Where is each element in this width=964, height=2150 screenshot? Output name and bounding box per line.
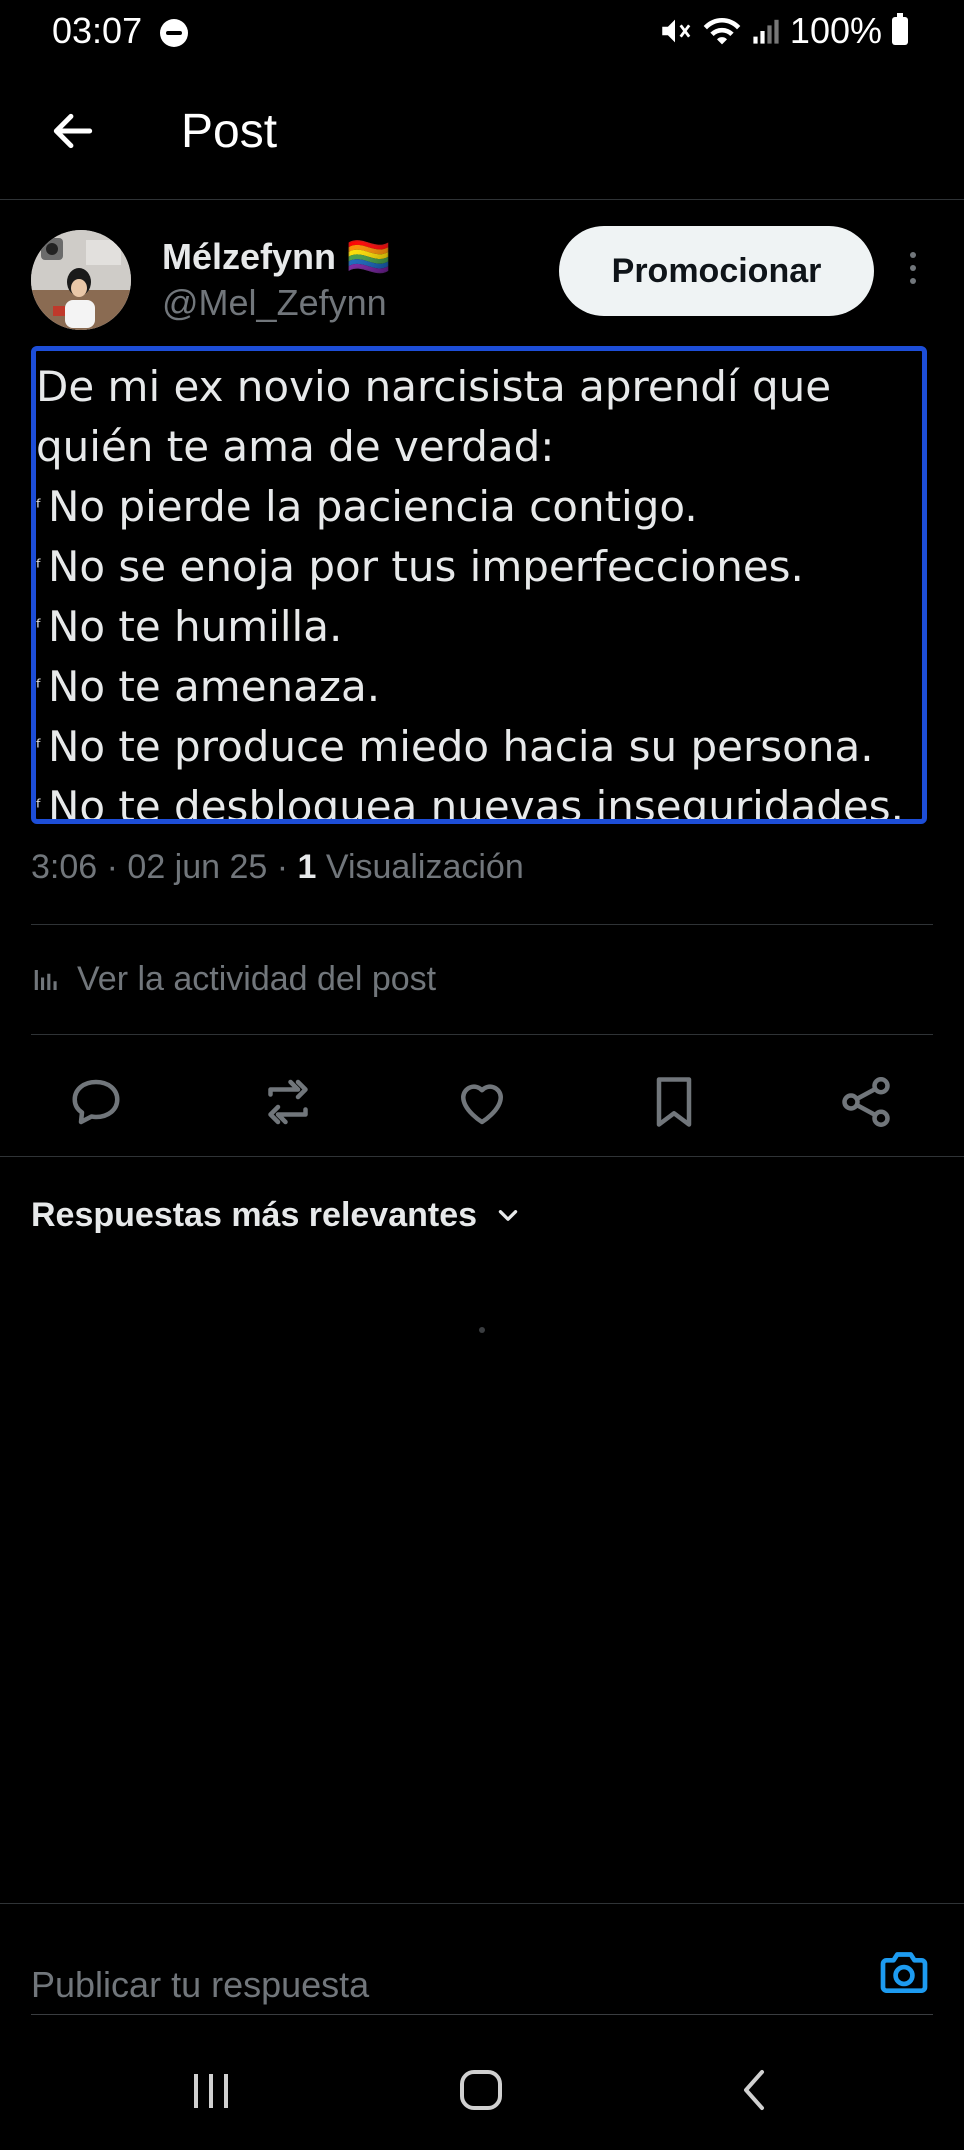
bullet-glyph: ᶠ: [36, 735, 42, 759]
author-handle[interactable]: @Mel_Zefynn: [162, 282, 387, 324]
nav-back-icon[interactable]: [730, 2060, 780, 2120]
replies-sort-label: Respuestas más relevantes: [31, 1196, 478, 1234]
status-time: 03:07: [52, 10, 143, 51]
battery-icon: [892, 13, 908, 45]
chevron-down-icon: [498, 1209, 518, 1221]
meta-divider: [31, 924, 933, 925]
post-meta: 3:06 · 02 jun 25 · 1 Visualización: [31, 848, 524, 886]
post-line: ᶠ No te desbloquea nuevas inseguridades.: [36, 777, 922, 824]
reply-icon[interactable]: [66, 1072, 126, 1132]
like-icon[interactable]: [452, 1072, 512, 1132]
post-line-text: No te desbloquea nuevas inseguridades.: [47, 782, 904, 824]
analytics-icon: [34, 969, 57, 990]
share-icon[interactable]: [836, 1072, 896, 1132]
recent-apps-icon[interactable]: [186, 2060, 236, 2120]
header-divider: [0, 199, 964, 200]
activity-divider: [31, 1034, 933, 1035]
bullet-glyph: ᶠ: [36, 555, 42, 579]
reply-input[interactable]: Publicar tu respuesta: [31, 1964, 369, 2006]
post-line: ᶠ No te humilla.: [36, 597, 922, 657]
camera-icon[interactable]: [876, 1944, 932, 2000]
signal-icon: [753, 19, 779, 44]
composer-top-divider: [0, 1903, 964, 1904]
post-time: 3:06: [31, 848, 98, 886]
post-line-text: No pierde la paciencia contigo.: [47, 482, 698, 531]
bookmark-icon[interactable]: [644, 1072, 704, 1132]
more-options-icon[interactable]: [906, 252, 920, 290]
post-line: ᶠ No pierde la paciencia contigo.: [36, 477, 922, 537]
post-line: ᶠ No te produce miedo hacia su persona.: [36, 717, 922, 777]
post-line: ᶠ No se enoja por tus imperfecciones.: [36, 537, 922, 597]
page-title: Post: [181, 105, 278, 158]
back-arrow-icon[interactable]: [48, 106, 98, 156]
post-line: ᶠ No te amenaza.: [36, 657, 922, 717]
actions-divider: [0, 1156, 964, 1157]
post-line-text: No se enoja por tus imperfecciones.: [47, 542, 804, 591]
post-line-text: No te humilla.: [47, 602, 343, 651]
author-name[interactable]: Mélzefynn 🏳️‍🌈: [162, 236, 391, 278]
post-date: 02 jun 25: [127, 848, 268, 886]
home-icon[interactable]: [452, 2060, 512, 2120]
post-activity-link[interactable]: Ver la actividad del post: [31, 960, 436, 999]
post-activity-label: Ver la actividad del post: [77, 960, 437, 998]
post-line-text: No te produce miedo hacia su persona.: [47, 722, 874, 771]
do-not-disturb-icon: [160, 19, 188, 47]
views-count: 1: [297, 848, 317, 886]
post-text: De mi ex novio narcisista aprendí que qu…: [36, 357, 922, 824]
highlight-box: De mi ex novio narcisista aprendí que qu…: [31, 346, 927, 824]
status-icons: 100%: [658, 10, 908, 52]
post-line: quién te ama de verdad:: [36, 422, 555, 471]
promote-button[interactable]: Promocionar: [559, 226, 874, 316]
composer-bottom-divider: [31, 2014, 933, 2015]
avatar[interactable]: [31, 230, 131, 330]
post-line: De mi ex novio narcisista aprendí que: [36, 362, 832, 411]
repost-icon[interactable]: [258, 1072, 318, 1132]
bullet-glyph: ᶠ: [36, 615, 42, 639]
bullet-glyph: ᶠ: [36, 675, 42, 699]
wifi-icon: [703, 17, 741, 45]
post-line-text: No te amenaza.: [47, 662, 381, 711]
mute-icon: [662, 19, 691, 43]
battery-percent: 100%: [789, 10, 882, 51]
bullet-glyph: ᶠ: [36, 495, 42, 519]
replies-sort-dropdown[interactable]: Respuestas más relevantes: [31, 1196, 521, 1235]
bullet-glyph: ᶠ: [36, 795, 42, 819]
views-label: Visualización: [325, 848, 524, 886]
loading-indicator: [479, 1327, 485, 1333]
